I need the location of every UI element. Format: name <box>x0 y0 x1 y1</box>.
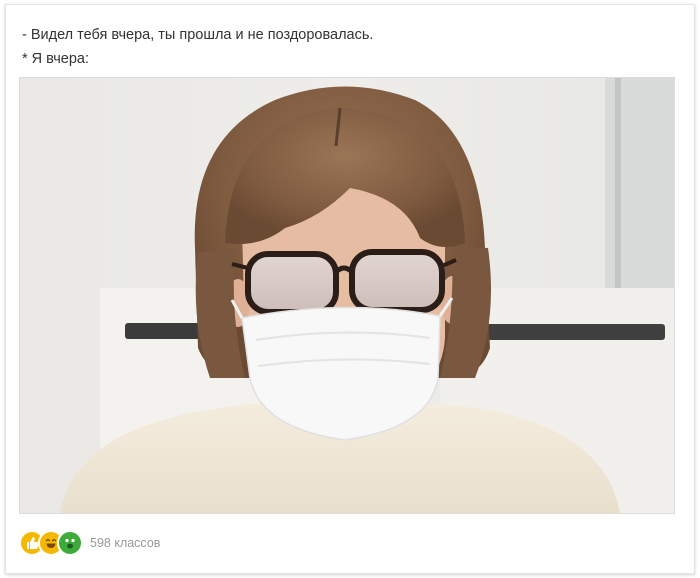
post-footer: 598 классов <box>19 529 160 557</box>
wow-face-icon <box>57 530 83 556</box>
post-line-2: * Я вчера: <box>22 51 89 67</box>
post-photo[interactable] <box>19 77 675 514</box>
post-text: - Видел тебя вчера, ты прошла и не поздо… <box>22 23 662 71</box>
post-card: - Видел тебя вчера, ты прошла и не поздо… <box>5 4 695 574</box>
reactions[interactable] <box>19 530 83 556</box>
photo-illustration <box>20 78 674 513</box>
post-line-1: - Видел тебя вчера, ты прошла и не поздо… <box>22 27 374 43</box>
reaction-count[interactable]: 598 классов <box>90 536 160 550</box>
